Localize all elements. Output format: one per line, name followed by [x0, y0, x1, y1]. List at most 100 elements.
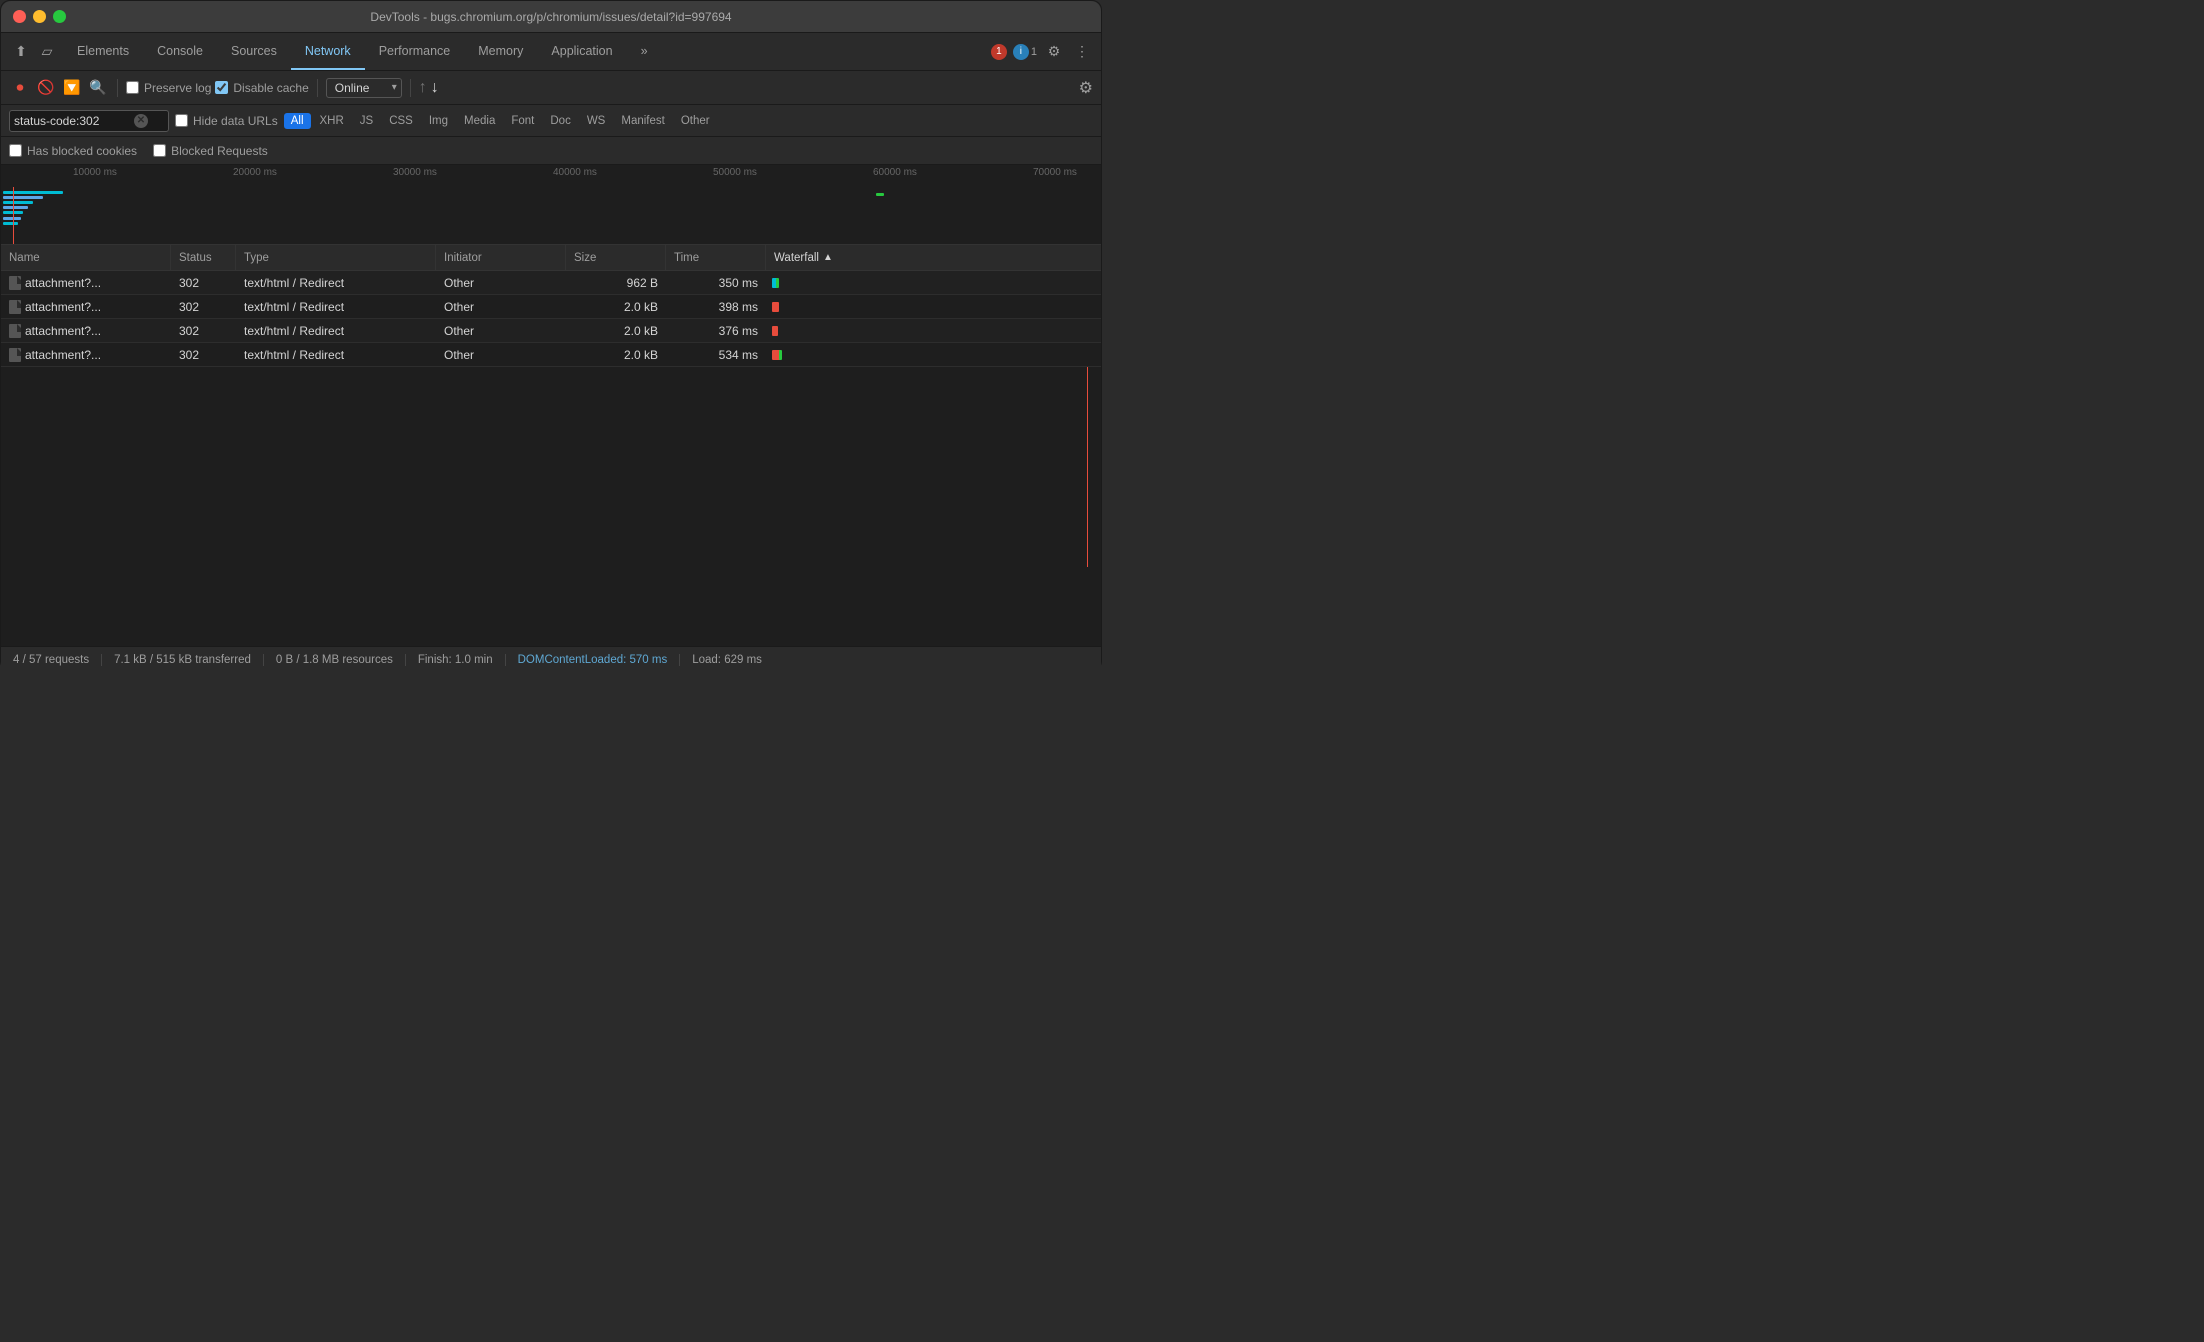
network-toolbar: ⏺ 🚫 🔽 🔍 Preserve log Disable cache Onlin… — [1, 71, 1101, 105]
blocked-cookies-input[interactable] — [9, 144, 22, 157]
hide-data-urls-checkbox[interactable]: Hide data URLs — [175, 114, 278, 128]
toolbar-settings-icon[interactable]: ⚙ — [1079, 78, 1093, 98]
filter-bar: ✕ Hide data URLs All XHR JS CSS Img Medi… — [1, 105, 1101, 137]
td-size-1: 962 B — [566, 271, 666, 294]
more-menu-icon[interactable]: ⋮ — [1071, 41, 1093, 63]
download-button[interactable]: ↓ — [431, 79, 439, 97]
filter-btn-xhr[interactable]: XHR — [313, 113, 351, 129]
tab-elements[interactable]: Elements — [63, 33, 143, 70]
preserve-log-input[interactable] — [126, 81, 139, 94]
file-icon-1 — [9, 276, 21, 290]
toolbar-separator-2 — [317, 79, 318, 97]
wf-bar-4b — [779, 350, 782, 360]
td-waterfall-3 — [766, 319, 1101, 342]
devtools-content: ⬆ ▱ Elements Console Sources Network Per… — [1, 33, 1101, 672]
warning-badge: i 1 — [1013, 44, 1037, 60]
td-time-2: 398 ms — [666, 295, 766, 318]
filter-btn-doc[interactable]: Doc — [543, 113, 577, 129]
td-status-4: 302 — [171, 343, 236, 366]
blocked-requests-input[interactable] — [153, 144, 166, 157]
record-button[interactable]: ⏺ — [9, 77, 31, 99]
filter-btn-ws[interactable]: WS — [580, 113, 613, 129]
filter-checkboxes-row: Has blocked cookies Blocked Requests — [1, 137, 1101, 165]
timeline-label-7: 70000 ms — [1033, 167, 1077, 178]
upload-button[interactable]: ↑ — [419, 79, 427, 97]
th-time[interactable]: Time — [666, 245, 766, 270]
warning-icon: i — [1013, 44, 1029, 60]
td-size-2: 2.0 kB — [566, 295, 666, 318]
td-waterfall-1 — [766, 271, 1101, 294]
wf-container-1 — [770, 271, 1097, 294]
maximize-button[interactable] — [53, 10, 66, 23]
table-row[interactable]: attachment?... 302 text/html / Redirect … — [1, 319, 1101, 343]
filter-btn-media[interactable]: Media — [457, 113, 502, 129]
table-row[interactable]: attachment?... 302 text/html / Redirect … — [1, 343, 1101, 367]
settings-icon[interactable]: ⚙ — [1043, 41, 1065, 63]
disable-cache-checkbox[interactable]: Disable cache — [215, 81, 308, 95]
search-icon[interactable]: 🔍 — [87, 77, 109, 99]
blocked-cookies-checkbox[interactable]: Has blocked cookies — [9, 144, 137, 158]
td-status-2: 302 — [171, 295, 236, 318]
timeline-red-line — [13, 187, 14, 244]
td-size-4: 2.0 kB — [566, 343, 666, 366]
td-initiator-4: Other — [436, 343, 566, 366]
td-name-2: attachment?... — [1, 295, 171, 318]
table-row[interactable]: attachment?... 302 text/html / Redirect … — [1, 295, 1101, 319]
filter-btn-other[interactable]: Other — [674, 113, 717, 129]
blocked-requests-checkbox[interactable]: Blocked Requests — [153, 144, 268, 158]
filter-input-wrapper: ✕ — [9, 110, 169, 132]
filter-btn-all[interactable]: All — [284, 113, 311, 129]
td-status-1: 302 — [171, 271, 236, 294]
td-type-2: text/html / Redirect — [236, 295, 436, 318]
filter-btn-js[interactable]: JS — [353, 113, 380, 129]
tab-sources[interactable]: Sources — [217, 33, 291, 70]
status-requests: 4 / 57 requests — [13, 654, 102, 666]
filter-btn-font[interactable]: Font — [504, 113, 541, 129]
network-table-scroll[interactable]: Name Status Type Initiator Size Time Wat… — [1, 245, 1101, 646]
filter-btn-img[interactable]: Img — [422, 113, 455, 129]
minimize-button[interactable] — [33, 10, 46, 23]
stop-button[interactable]: 🚫 — [35, 77, 57, 99]
filter-btn-css[interactable]: CSS — [382, 113, 420, 129]
td-waterfall-2 — [766, 295, 1101, 318]
sort-arrow-icon: ▲ — [823, 252, 833, 263]
tab-performance[interactable]: Performance — [365, 33, 465, 70]
td-initiator-2: Other — [436, 295, 566, 318]
tab-console[interactable]: Console — [143, 33, 217, 70]
disable-cache-input[interactable] — [215, 81, 228, 94]
th-type[interactable]: Type — [236, 245, 436, 270]
th-size[interactable]: Size — [566, 245, 666, 270]
tab-application[interactable]: Application — [537, 33, 626, 70]
status-bar: 4 / 57 requests 7.1 kB / 515 kB transfer… — [1, 646, 1101, 672]
th-initiator[interactable]: Initiator — [436, 245, 566, 270]
filter-btn-manifest[interactable]: Manifest — [614, 113, 671, 129]
toolbar-separator-1 — [117, 79, 118, 97]
wf-container-2 — [770, 295, 1097, 318]
table-row[interactable]: attachment?... 302 text/html / Redirect … — [1, 271, 1101, 295]
th-name[interactable]: Name — [1, 245, 171, 270]
th-waterfall[interactable]: Waterfall ▲ — [766, 245, 1101, 270]
wf-bar-2 — [772, 302, 779, 312]
tab-more[interactable]: » — [627, 33, 662, 70]
hide-data-urls-input[interactable] — [175, 114, 188, 127]
timeline-label-3: 30000 ms — [393, 167, 437, 178]
throttle-select-wrapper: Online Fast 3G Slow 3G Offline — [326, 78, 402, 98]
table-header: Name Status Type Initiator Size Time Wat… — [1, 245, 1101, 271]
filter-clear-button[interactable]: ✕ — [134, 114, 148, 128]
filter-input[interactable] — [14, 114, 134, 128]
th-status[interactable]: Status — [171, 245, 236, 270]
status-load: Load: 629 ms — [680, 654, 774, 666]
error-badge: 1 — [991, 44, 1007, 60]
filter-icon[interactable]: 🔽 — [61, 77, 83, 99]
close-button[interactable] — [13, 10, 26, 23]
cursor-icon[interactable]: ⬆ — [11, 42, 31, 62]
tab-memory[interactable]: Memory — [464, 33, 537, 70]
throttle-select[interactable]: Online Fast 3G Slow 3G Offline — [326, 78, 402, 98]
tab-network[interactable]: Network — [291, 33, 365, 70]
device-icon[interactable]: ▱ — [37, 42, 57, 62]
empty-space — [1, 367, 1101, 567]
td-name-3: attachment?... — [1, 319, 171, 342]
timeline-label-2: 20000 ms — [233, 167, 277, 178]
preserve-log-checkbox[interactable]: Preserve log — [126, 81, 211, 95]
timeline-bar-7 — [3, 222, 18, 225]
